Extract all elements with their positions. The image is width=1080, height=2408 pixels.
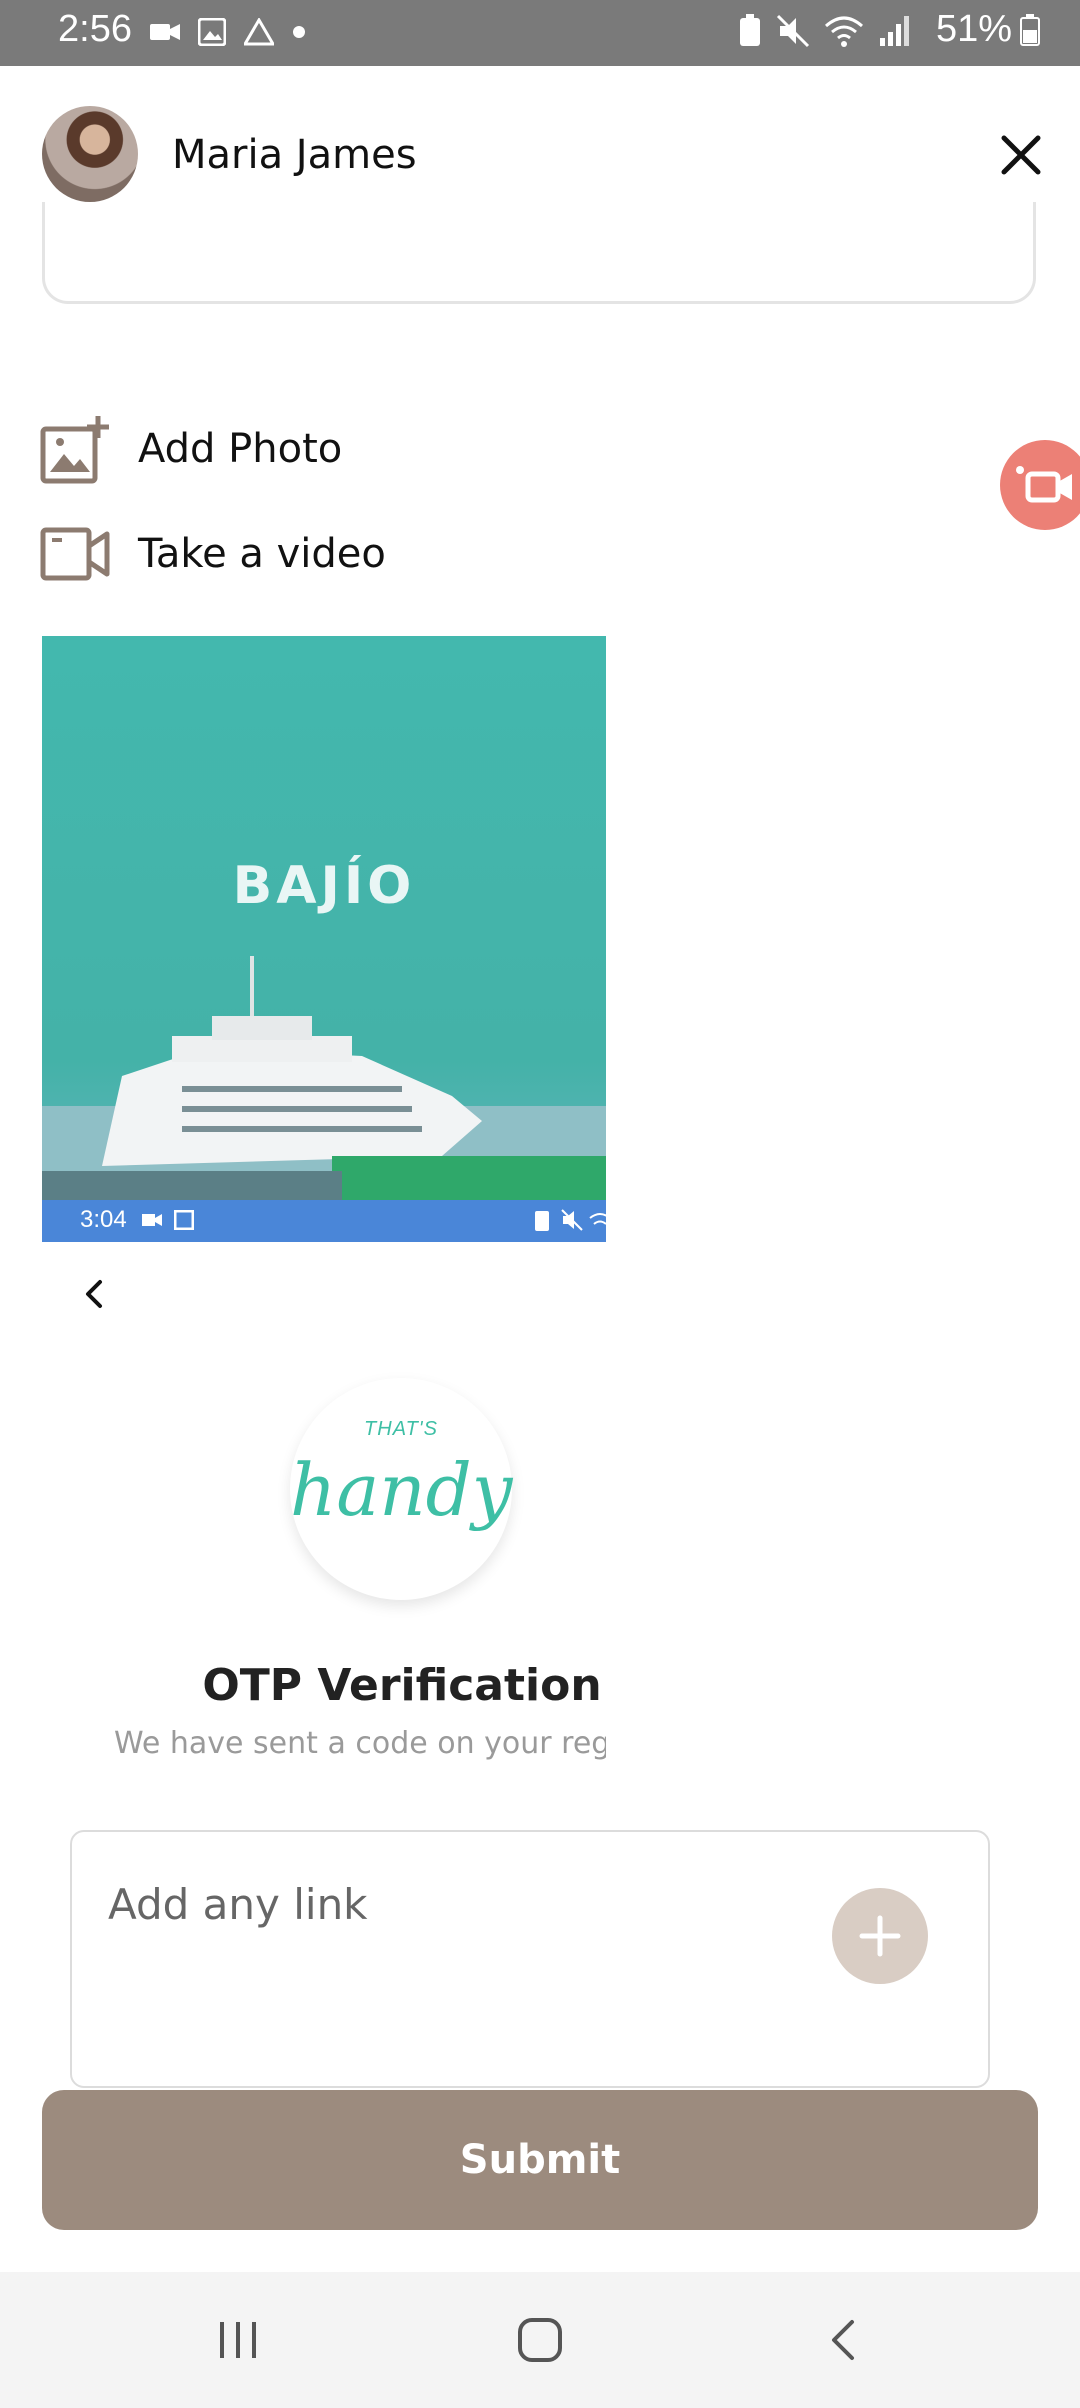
otp-title: OTP Verification [202,1660,602,1711]
video-icon [142,1214,162,1226]
battery-saver-icon [535,1211,549,1231]
description-textarea[interactable] [42,190,1036,304]
image-icon [174,1210,194,1230]
take-video-label: Take a video [138,531,386,577]
ship-image [42,956,606,1202]
otp-subtitle: We have sent a code on your regis [114,1726,606,1761]
battery-saver-icon [740,14,760,46]
video-thumbnail[interactable]: BAJÍO 3:04 [42,636,606,1242]
add-photo-icon [40,416,109,484]
video-camera-icon [40,527,110,581]
take-video-button[interactable]: Take a video [40,526,386,582]
home-icon[interactable] [516,2316,564,2364]
battery-percent: 51% [935,8,1012,50]
logo-main-text: handy [290,1448,513,1532]
add-link-button[interactable] [832,1888,928,1984]
avatar [42,106,138,202]
status-icons-right [738,14,912,48]
wifi-icon [589,1213,606,1225]
recent-apps-icon[interactable] [216,2318,260,2362]
thumbnail-brand-text: BAJÍO [232,856,416,916]
link-input-box[interactable]: Add any link [70,1830,990,2088]
status-icons-left [150,18,306,46]
dot-icon [293,26,305,38]
status-bar: 2:56 51% [0,0,1080,66]
link-input-placeholder: Add any link [108,1880,368,1929]
thumbnail-status-bar: 3:04 [42,1200,606,1242]
submit-button[interactable]: Submit [42,2090,1038,2230]
modal-header: Maria James [0,66,1080,202]
back-chevron-icon[interactable] [78,1276,112,1312]
back-icon[interactable] [826,2316,862,2364]
app-logo: THAT'S handy [290,1378,512,1600]
image-icon [198,18,226,46]
system-nav-bar [0,2272,1080,2408]
thumbnail-time: 3:04 [80,1206,127,1233]
screen-record-fab[interactable] [1000,440,1080,530]
video-icon [150,24,180,40]
logo-small-text: THAT'S [364,1418,438,1440]
submit-label: Submit [459,2137,621,2183]
status-time: 2:56 [58,8,132,50]
add-photo-button[interactable]: Add Photo [40,414,342,484]
battery-icon [1020,13,1040,46]
record-video-icon [1016,466,1072,503]
battery-indicator: 51% [936,8,1040,51]
signal-icon [880,16,909,46]
drive-icon [244,18,274,46]
plus-icon [859,1915,901,1957]
mute-icon [561,1209,583,1231]
close-icon[interactable] [996,130,1046,180]
user-name: Maria James [172,132,417,178]
mute-icon [776,14,810,48]
wifi-icon [825,16,863,47]
add-photo-label: Add Photo [138,426,343,472]
